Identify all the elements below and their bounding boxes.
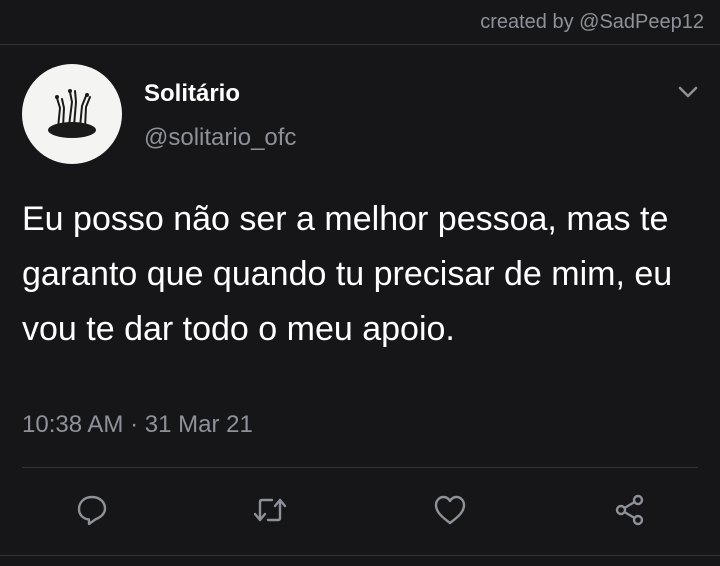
meta-separator: · xyxy=(123,411,145,438)
retweet-button[interactable] xyxy=(250,490,290,530)
credit-bar: created by @SadPeep12 xyxy=(0,0,720,44)
chevron-down-icon[interactable] xyxy=(674,80,702,104)
tweet-timestamp[interactable]: 10:38 AM · 31 Mar 21 xyxy=(22,411,253,439)
reply-icon xyxy=(77,495,107,526)
actions-divider xyxy=(22,467,698,468)
top-divider xyxy=(0,44,720,45)
avatar-hands-illustration-icon xyxy=(48,89,96,138)
bottom-divider xyxy=(0,555,720,556)
username-handle[interactable]: @solitario_ofc xyxy=(144,124,296,152)
reply-button[interactable] xyxy=(72,490,112,530)
credit-text: created by @SadPeep12 xyxy=(480,11,704,33)
tweet-time: 10:38 AM xyxy=(22,411,124,438)
display-name[interactable]: Solitário xyxy=(144,80,240,108)
share-icon xyxy=(615,494,644,526)
retweet-icon xyxy=(253,498,287,522)
like-icon xyxy=(434,495,466,525)
share-button[interactable] xyxy=(610,490,650,530)
avatar[interactable] xyxy=(22,64,122,164)
tweet-date: 31 Mar 21 xyxy=(144,411,253,438)
like-button[interactable] xyxy=(430,490,470,530)
tweet-text: Eu posso não ser a melhor pessoa, mas te… xyxy=(22,200,673,348)
